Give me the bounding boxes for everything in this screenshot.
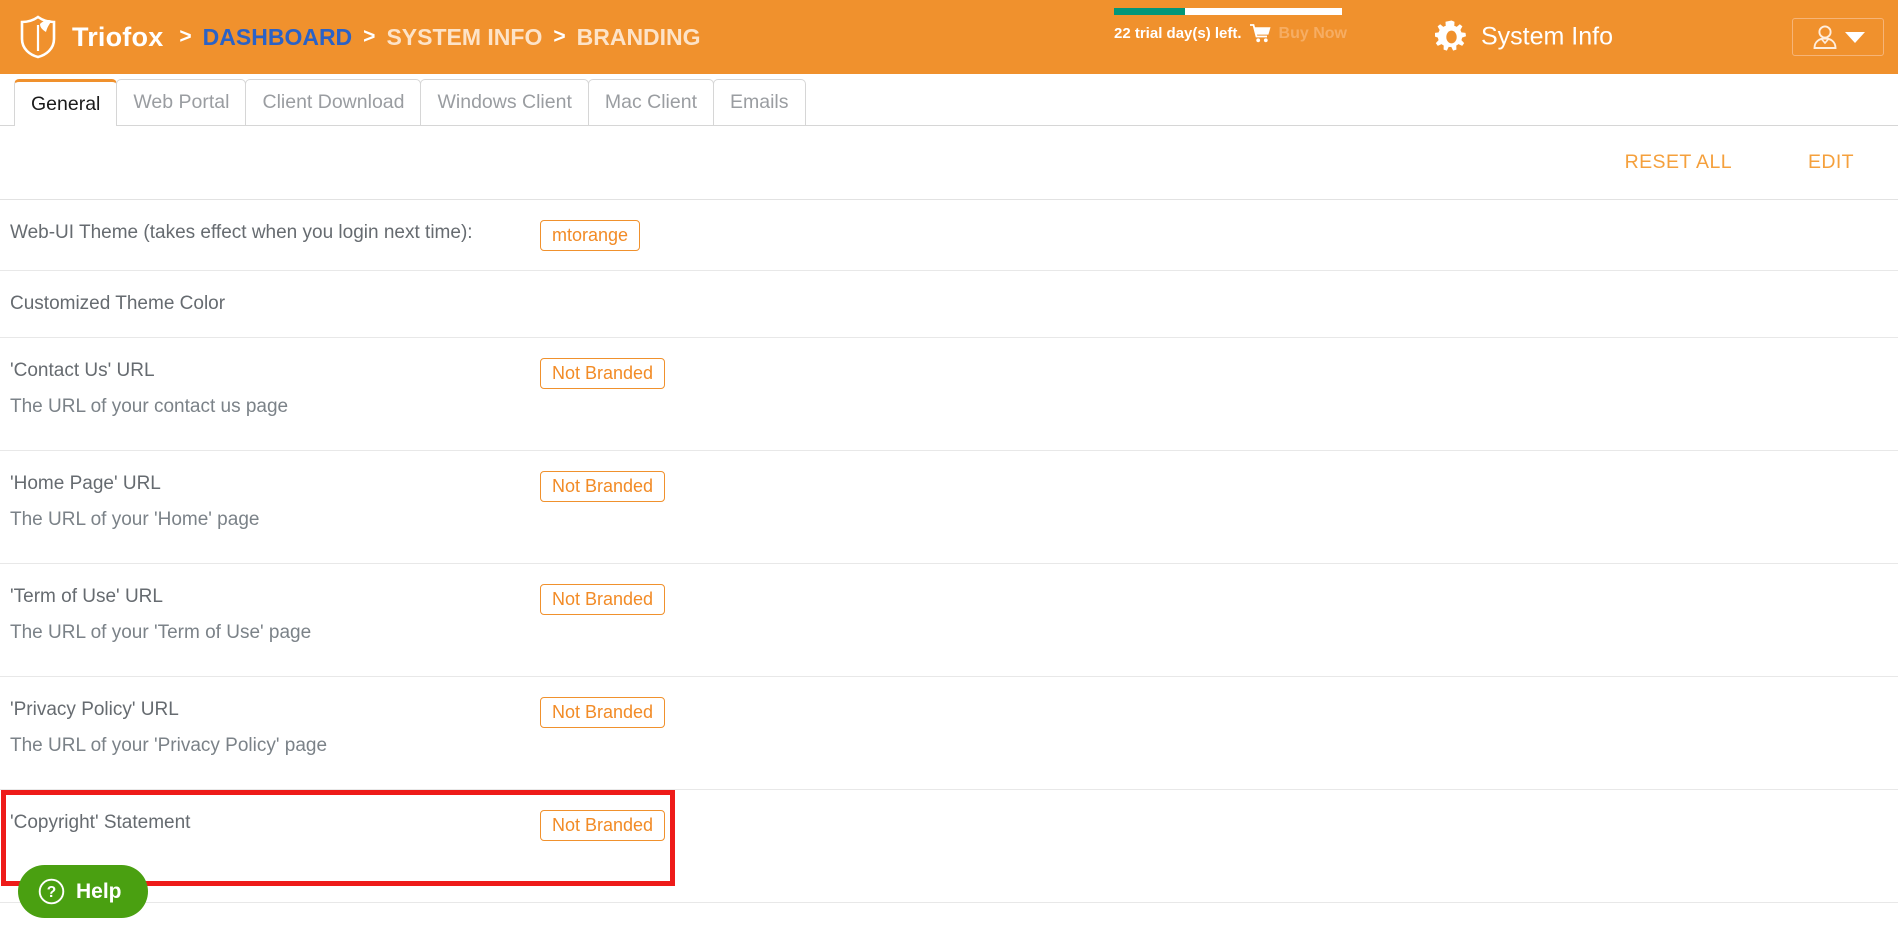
setting-description: The URL of your contact us page (10, 396, 289, 418)
user-menu-button[interactable] (1792, 18, 1884, 56)
row-labels: 'Copyright' Statement (10, 809, 540, 837)
system-info-link[interactable]: System Info (1435, 20, 1613, 54)
tab-label: Windows Client (437, 91, 572, 113)
settings-list: Web-UI Theme (takes effect when you logi… (0, 199, 1898, 903)
row-value: Not Branded (540, 696, 666, 728)
setting-row-copyright-statement[interactable]: 'Copyright' Statement Not Branded (0, 789, 1898, 903)
breadcrumb-item-dashboard[interactable]: DASHBOARD (203, 24, 353, 51)
setting-title: 'Term of Use' URL (10, 585, 163, 607)
setting-row-term-of-use-url[interactable]: 'Term of Use' URL The URL of your 'Term … (0, 564, 1898, 677)
setting-description: The URL of your 'Home' page (10, 509, 260, 531)
setting-title: Web-UI Theme (takes effect when you logi… (10, 222, 473, 243)
row-value: Not Branded (540, 809, 666, 841)
setting-title: 'Copyright' Statement (10, 811, 191, 833)
row-value: Not Branded (540, 357, 666, 389)
setting-title: Customized Theme Color (10, 293, 226, 314)
setting-description: The URL of your 'Privacy Policy' page (10, 735, 328, 757)
row-labels: 'Privacy Policy' URL The URL of your 'Pr… (10, 696, 540, 760)
trial-progress-bar (1114, 8, 1342, 15)
trial-days-label: 22 trial day(s) left. (1114, 25, 1242, 42)
help-button[interactable]: ? Help (18, 865, 148, 918)
setting-row-privacy-policy-url[interactable]: 'Privacy Policy' URL The URL of your 'Pr… (0, 677, 1898, 790)
row-labels: Web-UI Theme (takes effect when you logi… (10, 219, 540, 247)
breadcrumb: > DASHBOARD > SYSTEM INFO > BRANDING (179, 24, 700, 51)
row-labels: Customized Theme Color (10, 290, 540, 318)
tab-mac-client[interactable]: Mac Client (587, 79, 714, 125)
brand-name: Triofox (72, 21, 164, 52)
breadcrumb-separator: > (179, 25, 192, 48)
status-badge[interactable]: Not Branded (540, 696, 666, 728)
breadcrumb-separator: > (553, 25, 566, 48)
question-mark-circle-icon: ? (38, 878, 65, 905)
tab-label: Web Portal (133, 91, 230, 113)
gear-icon (1435, 20, 1468, 54)
trial-row: 22 trial day(s) left. Buy Now (1114, 24, 1414, 43)
tab-label: Emails (730, 91, 789, 113)
help-label: Help (76, 879, 122, 903)
setting-row-contact-us-url[interactable]: 'Contact Us' URL The URL of your contact… (0, 338, 1898, 451)
row-labels: 'Contact Us' URL The URL of your contact… (10, 357, 540, 421)
svg-text:?: ? (47, 884, 56, 901)
tab-bar: General Web Portal Client Download Windo… (0, 74, 1898, 126)
tab-windows-client[interactable]: Windows Client (420, 79, 589, 125)
shopping-cart-icon[interactable] (1249, 24, 1271, 43)
setting-row-web-ui-theme[interactable]: Web-UI Theme (takes effect when you logi… (0, 200, 1898, 271)
trial-status: 22 trial day(s) left. Buy Now (1114, 8, 1414, 43)
breadcrumb-item-system-info[interactable]: SYSTEM INFO (386, 24, 542, 51)
status-badge[interactable]: Not Branded (540, 357, 666, 389)
tab-label: General (31, 92, 101, 115)
app-header: Triofox > DASHBOARD > SYSTEM INFO > BRAN… (0, 0, 1898, 74)
action-bar: RESET ALL EDIT (0, 126, 1898, 199)
setting-title: 'Contact Us' URL (10, 359, 155, 381)
shield-logo-icon (18, 15, 58, 59)
edit-button[interactable]: EDIT (1800, 145, 1862, 180)
row-labels: 'Term of Use' URL The URL of your 'Term … (10, 583, 540, 647)
tab-general[interactable]: General (14, 79, 118, 126)
row-labels: 'Home Page' URL The URL of your 'Home' p… (10, 470, 540, 534)
tab-label: Client Download (262, 91, 405, 113)
tab-emails[interactable]: Emails (713, 79, 806, 125)
row-value: mtorange (540, 219, 641, 251)
reset-all-button[interactable]: RESET ALL (1617, 145, 1740, 180)
user-avatar-icon (1812, 25, 1838, 49)
tab-web-portal[interactable]: Web Portal (116, 79, 247, 125)
buy-now-button[interactable]: Buy Now (1279, 25, 1347, 43)
status-badge[interactable]: Not Branded (540, 809, 666, 841)
status-badge[interactable]: Not Branded (540, 583, 666, 615)
system-info-label: System Info (1481, 22, 1613, 51)
caret-down-icon (1844, 31, 1865, 43)
setting-title: 'Privacy Policy' URL (10, 698, 179, 720)
tab-client-download[interactable]: Client Download (245, 79, 422, 125)
setting-row-customized-theme-color[interactable]: Customized Theme Color (0, 271, 1898, 338)
setting-row-home-page-url[interactable]: 'Home Page' URL The URL of your 'Home' p… (0, 451, 1898, 564)
status-badge[interactable]: Not Branded (540, 470, 666, 502)
row-value: Not Branded (540, 583, 666, 615)
brand-block[interactable]: Triofox (18, 15, 163, 59)
status-badge[interactable]: mtorange (540, 220, 641, 251)
breadcrumb-item-branding: BRANDING (576, 23, 701, 50)
setting-description: The URL of your 'Term of Use' page (10, 622, 312, 644)
trial-progress-fill (1114, 8, 1185, 15)
setting-title: 'Home Page' URL (10, 472, 161, 494)
breadcrumb-separator: > (363, 25, 376, 48)
row-value: Not Branded (540, 470, 666, 502)
tab-label: Mac Client (604, 91, 697, 113)
